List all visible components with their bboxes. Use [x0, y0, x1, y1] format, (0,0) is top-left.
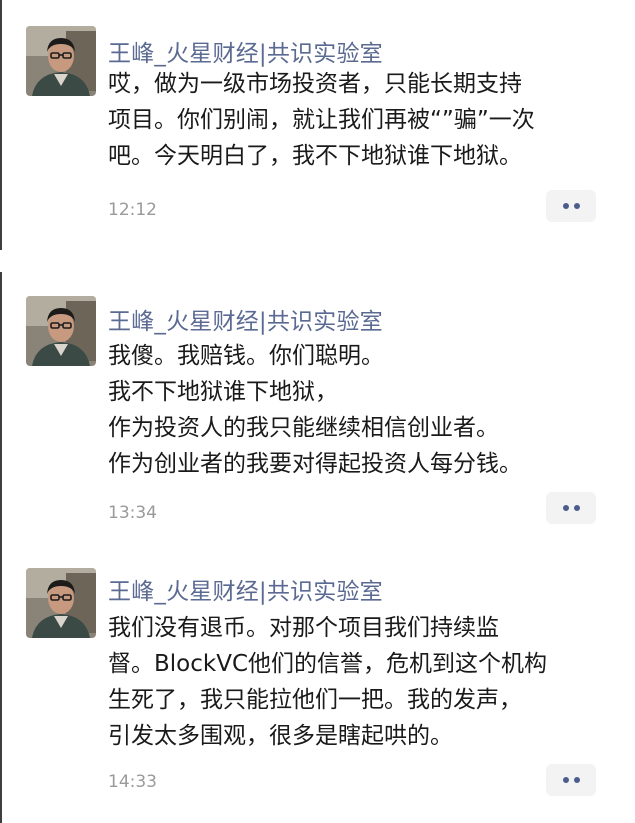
- more-dots-icon: [560, 203, 582, 209]
- more-dots-icon: [560, 777, 582, 783]
- more-button[interactable]: [546, 190, 596, 222]
- post-card: 王峰_火星财经|共识实验室 哎，做为一级市场投资者，只能长期支持 项目。你们别闹…: [0, 0, 635, 250]
- post-time: 13:34: [108, 503, 157, 523]
- content-line: 引发太多围观，很多是瞎起哄的。: [108, 723, 453, 749]
- user-portrait-icon: [26, 26, 96, 96]
- post-time: 14:33: [108, 772, 157, 792]
- more-button[interactable]: [546, 492, 596, 524]
- more-dots-icon: [560, 505, 582, 511]
- content-line: 项目。你们别闹，就让我们再被“”骗”一次: [108, 107, 535, 133]
- post-card: 王峰_火星财经|共识实验室 我们没有退币。对那个项目我们持续监 督。BlockV…: [0, 550, 635, 823]
- content-line: 督。BlockVC他们的信誉，危机到这个机构: [108, 651, 547, 677]
- post-time: 12:12: [108, 200, 157, 220]
- user-portrait-icon: [26, 568, 96, 638]
- user-portrait-icon: [26, 296, 96, 366]
- post-content: 我们没有退币。对那个项目我们持续监 督。BlockVC他们的信誉，危机到这个机构…: [108, 610, 608, 754]
- avatar[interactable]: [26, 296, 96, 366]
- author-name[interactable]: 王峰_火星财经|共识实验室: [108, 302, 383, 336]
- content-line: 我傻。我赔钱。你们聪明。: [108, 343, 384, 369]
- left-border: [0, 0, 2, 250]
- content-line: 我不下地狱谁下地狱，: [108, 379, 338, 405]
- post-card: 王峰_火星财经|共识实验室 我傻。我赔钱。你们聪明。 我不下地狱谁下地狱， 作为…: [0, 272, 635, 550]
- author-name[interactable]: 王峰_火星财经|共识实验室: [108, 34, 383, 68]
- content-line: 我们没有退币。对那个项目我们持续监: [108, 615, 499, 641]
- left-border: [0, 272, 2, 550]
- separator: [0, 250, 635, 272]
- post-content: 我傻。我赔钱。你们聪明。 我不下地狱谁下地狱， 作为投资人的我只能继续相信创业者…: [108, 338, 608, 482]
- content-line: 作为投资人的我只能继续相信创业者。: [108, 415, 499, 441]
- content-line: 哎，做为一级市场投资者，只能长期支持: [108, 71, 522, 97]
- content-line: 生死了，我只能拉他们一把。我的发声，: [108, 687, 522, 713]
- content-line: 作为创业者的我要对得起投资人每分钱。: [108, 451, 522, 477]
- author-name[interactable]: 王峰_火星财经|共识实验室: [108, 572, 383, 606]
- left-border: [0, 550, 2, 823]
- content-line: 吧。今天明白了，我不下地狱谁下地狱。: [108, 143, 522, 169]
- avatar[interactable]: [26, 568, 96, 638]
- more-button[interactable]: [546, 764, 596, 796]
- post-content: 哎，做为一级市场投资者，只能长期支持 项目。你们别闹，就让我们再被“”骗”一次 …: [108, 66, 608, 174]
- avatar[interactable]: [26, 26, 96, 96]
